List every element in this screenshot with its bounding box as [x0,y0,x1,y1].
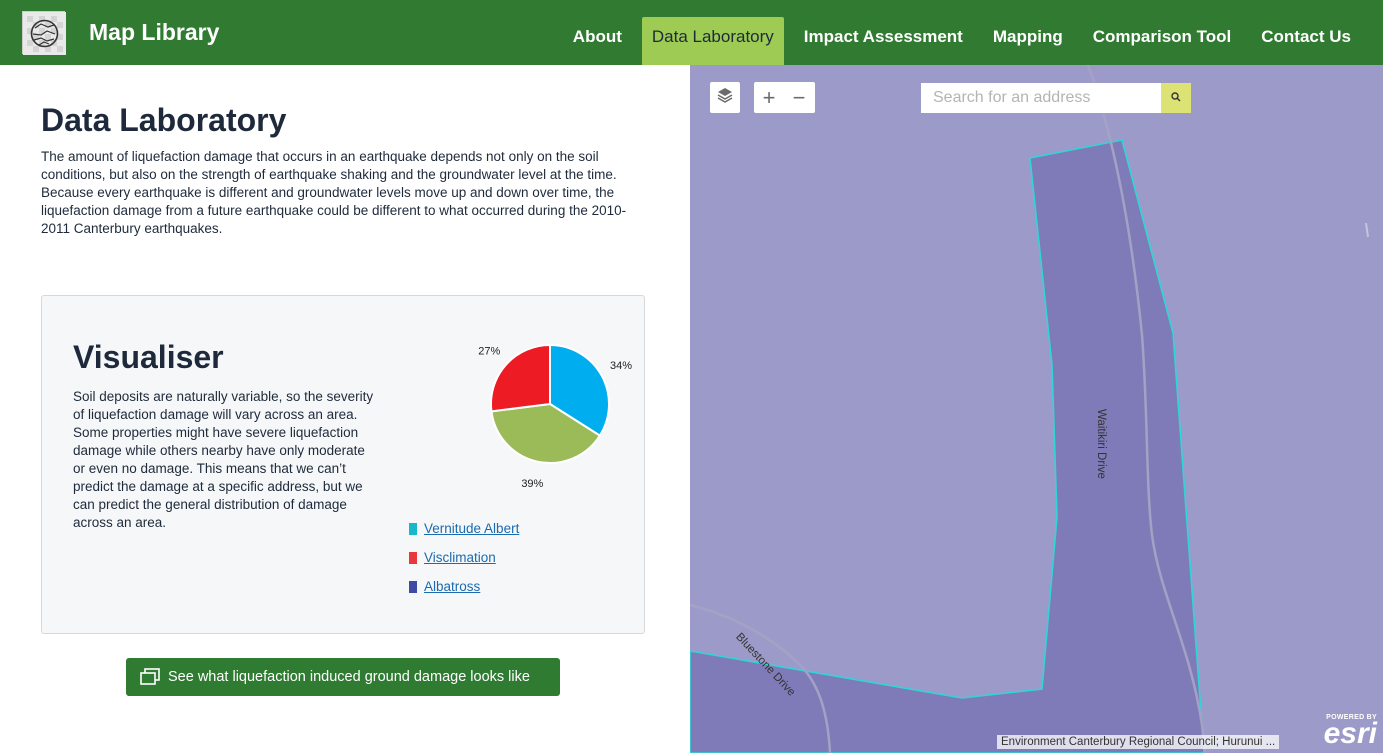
legend-link[interactable]: Albatross [424,579,480,594]
ground-damage-button[interactable]: See what liquefaction induced ground dam… [126,658,560,696]
zoom-out-button[interactable]: − [784,82,814,113]
legend-link[interactable]: Visclimation [424,550,496,565]
search-button[interactable] [1161,83,1191,113]
visualiser-text: Soil deposits are naturally variable, so… [73,389,374,530]
legend-item-visclimation[interactable]: Visclimation [409,543,519,572]
map-canvas [690,65,1369,753]
pie-label-1: 39% [521,478,543,490]
intro-paragraph: The amount of liquefaction damage that o… [41,149,627,236]
address-search-input[interactable] [921,83,1161,113]
open-window-icon [140,668,160,686]
zoom-controls: + − [754,82,815,113]
nav-mapping[interactable]: Mapping [983,17,1073,65]
map-view[interactable]: Waitikiri Drive Bluestone Drive + − Envi… [690,65,1383,753]
legend-item-vernitude-albert[interactable]: Vernitude Albert [409,514,519,543]
site-header: Map Library About Data Laboratory Impact… [0,0,1383,65]
main-nav: About Data Laboratory Impact Assessment … [553,17,1361,65]
pie-chart-svg: 34% 39% 27% [478,343,632,490]
site-logo[interactable] [22,11,66,55]
esri-logo[interactable]: POWERED BY esri [1323,714,1377,750]
legend-link[interactable]: Vernitude Albert [424,521,519,536]
legend-swatch [409,551,417,564]
ground-damage-button-label: See what liquefaction induced ground dam… [168,669,530,685]
chart-legend: Vernitude Albert Visclimation Albatross [409,514,519,601]
visualiser-title: Visualiser [73,339,224,375]
page-title: Data Laboratory [41,102,287,138]
nav-comparison-tool[interactable]: Comparison Tool [1083,17,1242,65]
nav-contact-us[interactable]: Contact Us [1251,17,1361,65]
zoom-in-button[interactable]: + [754,82,784,113]
pie-label-2: 27% [478,345,500,357]
road-label-waitikiri: Waitikiri Drive [1095,409,1107,479]
map-attribution[interactable]: Environment Canterbury Regional Council;… [997,735,1280,749]
legend-swatch [409,580,417,593]
search-icon [1171,89,1181,107]
visualiser-card: Visualiser Soil deposits are naturally v… [41,295,645,634]
nav-impact-assessment[interactable]: Impact Assessment [794,17,973,65]
pie-label-0: 34% [610,360,632,372]
nav-data-laboratory[interactable]: Data Laboratory [641,17,784,65]
esri-wordmark: esri [1323,717,1377,750]
address-search [921,83,1191,113]
legend-swatch [409,522,417,535]
layers-icon [717,87,733,108]
site-title[interactable]: Map Library [89,19,219,46]
content-panel: Data Laboratory The amount of liquefacti… [0,65,690,753]
layers-button[interactable] [710,82,740,113]
legend-item-albatross[interactable]: Albatross [409,572,519,601]
nav-about[interactable]: About [563,17,632,65]
pie-chart: 34% 39% 27% [392,331,632,491]
